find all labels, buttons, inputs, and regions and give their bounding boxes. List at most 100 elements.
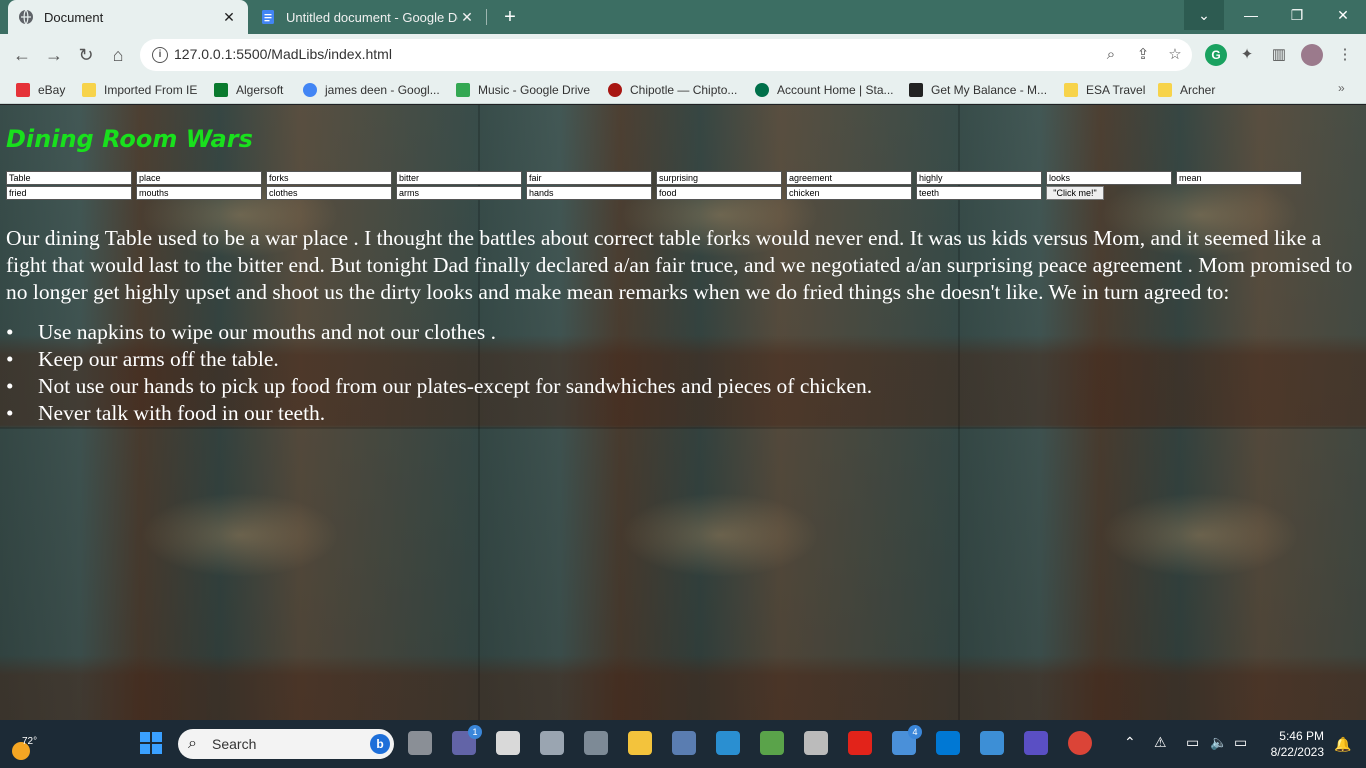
forward-icon[interactable]: → bbox=[42, 43, 66, 67]
warning-icon[interactable]: ⚠ bbox=[1154, 734, 1167, 751]
word-input[interactable] bbox=[526, 171, 652, 185]
new-tab-button[interactable]: + bbox=[498, 5, 522, 29]
address-bar[interactable]: i 127.0.0.1:5500/MadLibs/index.html ⌕ ⇪ … bbox=[140, 39, 1192, 71]
page-title: Dining Room Wars bbox=[6, 125, 253, 153]
back-icon[interactable]: ← bbox=[10, 43, 34, 67]
snipping-tool-icon[interactable] bbox=[496, 731, 520, 755]
tab-document[interactable]: Document ✕ bbox=[8, 0, 248, 34]
bookmark-folder-archer[interactable]: Archer bbox=[1158, 81, 1215, 99]
word-input[interactable] bbox=[396, 186, 522, 200]
site-info-icon[interactable]: i bbox=[152, 47, 168, 63]
menu-kebab-icon[interactable]: ⋮ bbox=[1334, 44, 1356, 66]
word-input[interactable] bbox=[136, 171, 262, 185]
chrome-icon[interactable] bbox=[1068, 731, 1092, 755]
globe-icon bbox=[19, 9, 33, 25]
bing-icon[interactable]: b bbox=[370, 734, 390, 754]
word-input[interactable] bbox=[526, 186, 652, 200]
word-input[interactable] bbox=[786, 186, 912, 200]
profile-avatar[interactable] bbox=[1301, 44, 1323, 66]
taskbar-clock[interactable]: 5:46 PM 8/22/2023 bbox=[1262, 728, 1324, 760]
close-tab-icon[interactable]: ✕ bbox=[220, 9, 238, 26]
app-icon[interactable] bbox=[540, 731, 564, 755]
camera-icon[interactable] bbox=[584, 731, 608, 755]
minimize-icon[interactable]: — bbox=[1228, 0, 1274, 30]
teams-chat-icon[interactable]: 1 bbox=[452, 725, 482, 755]
list-item: Keep our arms off the table. bbox=[6, 346, 1362, 373]
word-input[interactable] bbox=[916, 171, 1042, 185]
close-window-icon[interactable]: ✕ bbox=[1320, 0, 1366, 30]
battery-icon[interactable]: ▭ bbox=[1234, 734, 1247, 751]
story-output: Our dining Table used to be a war place … bbox=[6, 225, 1362, 427]
home-icon[interactable]: ⌂ bbox=[106, 43, 130, 67]
bookmark-starbucks[interactable]: Account Home | Sta... bbox=[755, 81, 894, 99]
windows-start-icon[interactable] bbox=[140, 732, 162, 754]
tab-strip: Document ✕ Untitled document - Google Do… bbox=[0, 0, 1366, 34]
restore-icon[interactable]: ❐ bbox=[1274, 0, 1320, 30]
jw-app-icon[interactable] bbox=[1024, 731, 1048, 755]
tab-google-doc[interactable]: Untitled document - Google Doc ✕ bbox=[250, 0, 486, 34]
vscode-icon[interactable] bbox=[936, 731, 960, 755]
word-input[interactable] bbox=[396, 171, 522, 185]
network-icon[interactable]: ▭ bbox=[1186, 734, 1199, 751]
side-panel-icon[interactable]: ▥ bbox=[1268, 44, 1290, 66]
word-input[interactable] bbox=[136, 186, 262, 200]
bookmark-google-drive[interactable]: Music - Google Drive bbox=[456, 81, 590, 99]
taskbar-search[interactable]: ⌕ Search b bbox=[178, 729, 394, 759]
file-explorer-icon[interactable] bbox=[628, 731, 652, 755]
close-tab-icon[interactable]: ✕ bbox=[458, 9, 476, 26]
word-input[interactable] bbox=[1176, 171, 1302, 185]
clock-date: 8/22/2023 bbox=[1270, 745, 1324, 759]
grammarly-extension-icon[interactable]: G bbox=[1205, 44, 1227, 66]
story-list: Use napkins to wipe our mouths and not o… bbox=[6, 319, 1362, 427]
bookmark-ebay[interactable]: eBay bbox=[16, 81, 65, 99]
word-input[interactable] bbox=[656, 171, 782, 185]
tab-label: Document bbox=[44, 9, 104, 25]
word-input[interactable] bbox=[266, 171, 392, 185]
bookmark-star-icon[interactable]: ☆ bbox=[1166, 46, 1184, 64]
folder-icon bbox=[1064, 83, 1078, 97]
word-input[interactable] bbox=[266, 186, 392, 200]
word-input[interactable] bbox=[656, 186, 782, 200]
chevron-up-icon[interactable]: ⌃ bbox=[1124, 734, 1136, 751]
word-input[interactable] bbox=[916, 186, 1042, 200]
zoom-icon[interactable]: ⌕ bbox=[1102, 46, 1120, 64]
folder-icon bbox=[1158, 83, 1172, 97]
bookmark-balance[interactable]: Get My Balance - M... bbox=[909, 81, 1047, 99]
acrobat-icon[interactable] bbox=[848, 731, 872, 755]
google-drive-icon bbox=[456, 83, 470, 97]
tab-label: Untitled document - Google Doc bbox=[286, 9, 458, 25]
bookmark-chipotle[interactable]: Chipotle — Chipto... bbox=[608, 81, 737, 99]
extensions-puzzle-icon[interactable]: ✦ bbox=[1236, 44, 1258, 66]
reload-icon[interactable]: ↻ bbox=[74, 43, 98, 67]
bookmarks-bar: eBay Imported From IE Algersoft james de… bbox=[0, 76, 1366, 104]
volume-icon[interactable]: 🔈 bbox=[1210, 734, 1227, 751]
notification-icon[interactable]: 🔔 bbox=[1334, 736, 1351, 753]
app-icon[interactable] bbox=[804, 731, 828, 755]
algersoft-icon bbox=[214, 83, 228, 97]
tab-search-dropdown-icon[interactable]: ⌄ bbox=[1184, 0, 1224, 30]
share-icon[interactable]: ⇪ bbox=[1134, 46, 1152, 64]
task-view-icon[interactable] bbox=[408, 731, 432, 755]
bluestacks-icon[interactable] bbox=[760, 731, 784, 755]
word-input[interactable] bbox=[1046, 171, 1172, 185]
bookmarks-overflow-icon[interactable]: » bbox=[1338, 81, 1345, 95]
bookmark-algersoft[interactable]: Algersoft bbox=[214, 81, 283, 99]
word-input[interactable] bbox=[786, 171, 912, 185]
story-paragraph: Our dining Table used to be a war place … bbox=[6, 226, 1353, 304]
mail-icon[interactable]: 4 bbox=[892, 725, 922, 755]
taskbar: 72° ⌕ Search b 1 4 ⌃ ⚠ ▭ 🔈 ▭ 5:46 PM 8/2… bbox=[0, 720, 1366, 768]
bookmark-folder-esa[interactable]: ESA Travel bbox=[1064, 81, 1145, 99]
bookmark-google-search[interactable]: james deen - Googl... bbox=[303, 81, 440, 99]
app-icon[interactable] bbox=[980, 731, 1004, 755]
click-me-button[interactable]: "Click me!" bbox=[1046, 186, 1104, 200]
google-icon bbox=[303, 83, 317, 97]
word-input[interactable] bbox=[6, 171, 132, 185]
weather-widget[interactable]: 72° bbox=[10, 728, 46, 760]
bookmark-folder-imported[interactable]: Imported From IE bbox=[82, 81, 197, 99]
weather-temp: 72° bbox=[22, 736, 38, 747]
word-input[interactable] bbox=[6, 186, 132, 200]
calculator-icon[interactable] bbox=[672, 731, 696, 755]
notepad-icon[interactable] bbox=[716, 731, 740, 755]
list-item: Never talk with food in our teeth. bbox=[6, 400, 1362, 427]
list-icon bbox=[909, 83, 923, 97]
